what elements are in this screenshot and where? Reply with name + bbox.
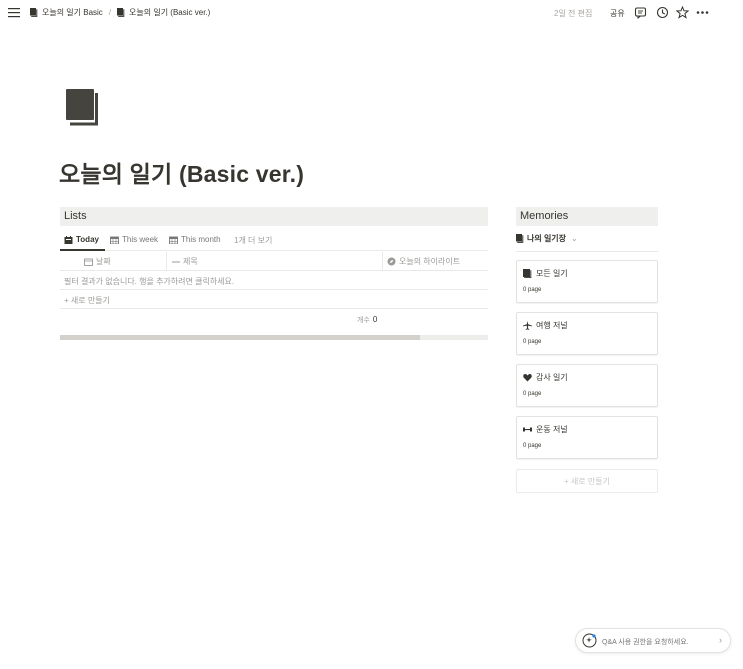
calendar-icon	[64, 235, 73, 244]
card-page-count: 0 page	[523, 443, 542, 449]
top-bar: 오늘의 일기 Basic / 오늘의 일기 (Basic ver.) 2일 전 …	[0, 0, 743, 26]
card-title-text: 모든 일기	[536, 269, 568, 278]
book-icon	[30, 8, 38, 17]
divider	[516, 251, 658, 252]
compass-icon	[387, 257, 396, 266]
card-page-count: 0 page	[523, 339, 542, 345]
card-title-text: 운동 저널	[536, 425, 568, 434]
gallery-card-gratitude-journal[interactable]: 감사 일기 0 page	[516, 364, 658, 407]
lists-heading: Lists	[64, 210, 87, 222]
more-views-button[interactable]: 1개 더 보기	[234, 235, 272, 246]
card-page-count: 0 page	[523, 287, 542, 293]
active-tab-indicator	[60, 249, 105, 251]
tab-label: 나의 일기장	[527, 234, 567, 243]
last-edited-text: 2일 전 편집	[554, 9, 593, 18]
breadcrumb-label: 오늘의 일기 (Basic ver.)	[129, 8, 211, 17]
menu-icon[interactable]	[8, 7, 20, 18]
book-icon	[516, 234, 524, 243]
chevron-right-icon: ›	[719, 635, 722, 645]
new-card-button[interactable]: + 새로 만들기	[516, 469, 658, 493]
tab-this-month[interactable]: This month	[169, 235, 221, 244]
comment-icon[interactable]	[634, 6, 647, 19]
gallery-card-all-journals[interactable]: 모든 일기 0 page	[516, 260, 658, 303]
star-icon[interactable]	[676, 6, 689, 19]
memories-heading-block: Memories	[516, 207, 658, 226]
tab-my-journal[interactable]: 나의 일기장 ⌄	[516, 233, 578, 244]
column-label: 날짜	[96, 257, 111, 266]
count-summary: 개수 0	[357, 315, 377, 325]
count-value: 0	[372, 315, 378, 324]
column-header-date[interactable]: 날짜	[84, 252, 111, 271]
breadcrumb-item-current[interactable]: 오늘의 일기 (Basic ver.)	[117, 7, 210, 18]
table-header: 날짜 제목 오늘의 하이라이트	[60, 252, 488, 271]
card-title-text: 여행 저널	[536, 321, 568, 330]
breadcrumb-label: 오늘의 일기 Basic	[42, 8, 103, 17]
card-title: 모든 일기	[523, 268, 568, 279]
airplane-icon	[523, 321, 532, 330]
breadcrumb-separator: /	[108, 8, 112, 17]
column-divider	[166, 252, 167, 271]
view-tabs: Today This week This month 1개 더 보기	[60, 231, 488, 251]
card-title: 운동 저널	[523, 424, 568, 435]
page-title[interactable]: 오늘의 일기 (Basic ver.)	[59, 155, 304, 189]
help-request-button[interactable]: Q&A 사용 권한을 요청하세요. ›	[575, 628, 731, 653]
empty-state-row[interactable]: 필터 결과가 없습니다. 행을 추가하려면 클릭하세요.	[60, 271, 488, 290]
tab-today[interactable]: Today	[64, 235, 99, 244]
chevron-down-icon: ⌄	[571, 234, 578, 243]
new-row-button[interactable]: + 새로 만들기	[60, 290, 488, 309]
card-title: 감사 일기	[523, 372, 568, 383]
calendar-icon	[169, 236, 178, 244]
card-page-count: 0 page	[523, 391, 542, 397]
breadcrumb-item-parent[interactable]: 오늘의 일기 Basic	[30, 7, 103, 18]
page-book-icon[interactable]	[66, 89, 99, 126]
gallery-card-travel-journal[interactable]: 여행 저널 0 page	[516, 312, 658, 355]
tab-label: This month	[181, 235, 221, 244]
tab-label: Today	[76, 235, 99, 244]
clock-icon[interactable]	[656, 6, 669, 19]
tab-this-week[interactable]: This week	[110, 235, 158, 244]
column-label: 오늘의 하이라이트	[399, 257, 461, 266]
text-property-icon	[172, 261, 180, 262]
dumbbell-icon	[523, 427, 532, 432]
more-icon[interactable]	[696, 6, 709, 19]
card-title: 여행 저널	[523, 320, 568, 331]
count-label: 개수	[357, 317, 370, 324]
book-icon	[117, 8, 125, 17]
calendar-icon	[84, 258, 93, 266]
horizontal-scrollbar[interactable]	[60, 335, 488, 340]
help-text: Q&A 사용 권한을 요청하세요.	[602, 639, 689, 646]
sparkle-chat-icon	[582, 633, 597, 648]
share-button[interactable]: 공유	[610, 8, 625, 19]
breadcrumb: 오늘의 일기 Basic / 오늘의 일기 (Basic ver.)	[30, 7, 210, 18]
tab-label: This week	[122, 235, 159, 244]
book-icon	[523, 269, 532, 278]
scrollbar-thumb[interactable]	[60, 335, 420, 340]
column-label: 제목	[183, 257, 198, 266]
memories-heading: Memories	[520, 210, 569, 222]
column-divider	[382, 252, 383, 271]
lists-heading-block: Lists	[60, 207, 488, 226]
card-title-text: 감사 일기	[536, 373, 568, 382]
gallery-card-workout-journal[interactable]: 운동 저널 0 page	[516, 416, 658, 459]
column-header-highlight[interactable]: 오늘의 하이라이트	[387, 252, 460, 271]
heart-icon	[523, 374, 532, 382]
column-header-title[interactable]: 제목	[172, 252, 198, 271]
calendar-icon	[110, 236, 119, 244]
more-views-label: 1개 더 보기	[234, 236, 273, 245]
